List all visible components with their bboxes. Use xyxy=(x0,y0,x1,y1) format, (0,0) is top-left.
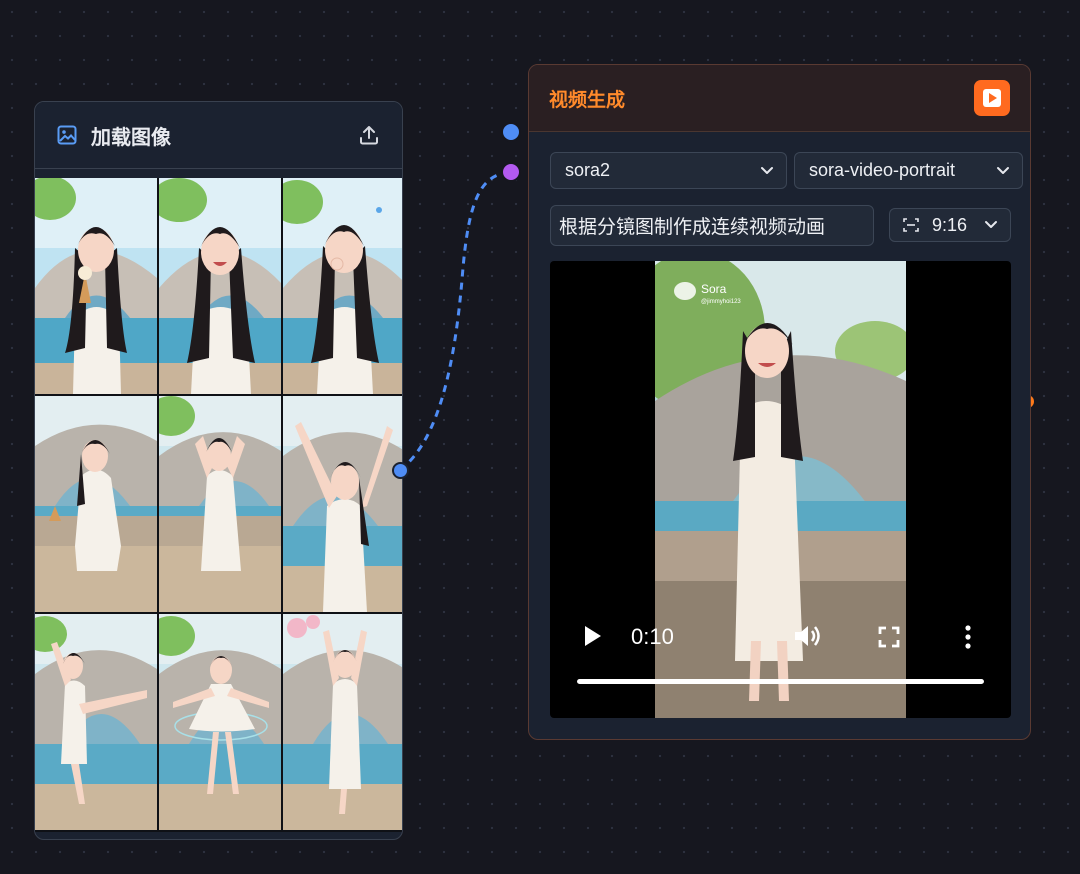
storyboard-image-6[interactable] xyxy=(283,396,402,612)
video-time: 0:10 xyxy=(631,624,674,649)
aspect-ratio-value: 9:16 xyxy=(932,214,968,235)
video-node-header[interactable]: 视频生成 xyxy=(529,65,1030,132)
more-options-icon[interactable] xyxy=(964,625,972,649)
video-controls: 0:10 xyxy=(550,601,1011,718)
chevron-down-icon xyxy=(758,162,776,180)
model-select[interactable]: sora2 xyxy=(550,152,787,189)
video-node-title: 视频生成 xyxy=(549,89,626,111)
video-progress-fill xyxy=(577,679,984,684)
storyboard-image-9[interactable] xyxy=(283,614,402,830)
storyboard-image-7[interactable] xyxy=(35,614,157,830)
model-select-value: sora2 xyxy=(565,160,611,180)
storyboard-image-3[interactable] xyxy=(283,178,402,394)
storyboard-image-5[interactable] xyxy=(159,396,281,612)
input-port-purple[interactable] xyxy=(501,162,521,182)
chevron-down-icon xyxy=(982,216,1000,234)
storyboard-grid xyxy=(35,178,402,832)
storyboard-image-4[interactable] xyxy=(35,396,157,612)
video-generation-node[interactable]: 视频生成 sora2 sora-video-portrait 根据分镜图制作成连… xyxy=(528,64,1031,740)
load-image-node[interactable]: 加载图像 xyxy=(34,101,403,840)
run-button[interactable] xyxy=(974,80,1010,116)
video-player[interactable]: Sora @jimmyhoi123 0:10 xyxy=(550,261,1011,718)
load-image-title: 加载图像 xyxy=(91,126,171,149)
volume-icon[interactable] xyxy=(793,623,823,649)
video-watermark: Sora xyxy=(701,282,727,296)
upload-icon[interactable] xyxy=(358,124,380,146)
input-port-blue[interactable] xyxy=(501,122,521,142)
video-progress-track[interactable] xyxy=(577,679,984,684)
prompt-input[interactable]: 根据分镜图制作成连续视频动画 xyxy=(550,205,874,246)
aspect-ratio-select[interactable]: 9:16 xyxy=(889,208,1011,242)
output-port-image[interactable] xyxy=(392,462,409,479)
image-icon xyxy=(57,125,77,145)
storyboard-image-2[interactable] xyxy=(159,178,281,394)
variant-select-value: sora-video-portrait xyxy=(809,160,956,180)
play-icon[interactable] xyxy=(583,625,603,647)
play-icon xyxy=(981,87,1003,109)
storyboard-image-1[interactable] xyxy=(35,178,157,394)
variant-select[interactable]: sora-video-portrait xyxy=(794,152,1023,189)
load-image-header[interactable]: 加载图像 xyxy=(35,102,402,169)
video-watermark-handle: @jimmyhoi123 xyxy=(701,299,741,305)
aspect-ratio-icon xyxy=(902,216,920,234)
chevron-down-icon xyxy=(994,162,1012,180)
fullscreen-icon[interactable] xyxy=(878,626,900,648)
storyboard-image-8[interactable] xyxy=(159,614,281,830)
